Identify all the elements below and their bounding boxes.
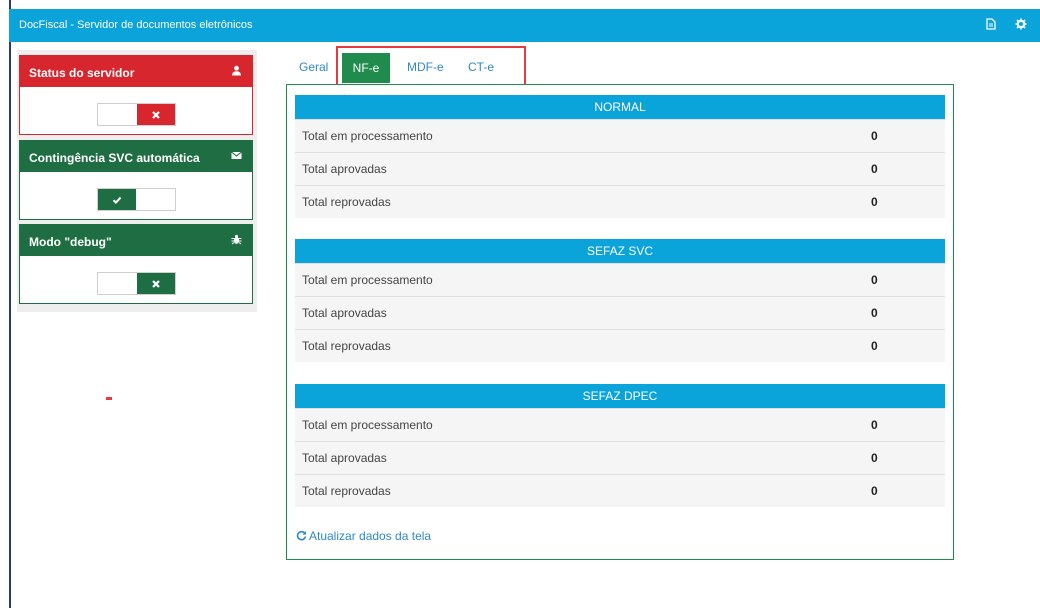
row-label: Total aprovadas [302,162,387,176]
table-row: Total em processamento 0 [295,408,945,441]
table-row: Total em processamento 0 [295,263,945,296]
row-label: Total aprovadas [302,306,387,320]
row-value: 0 [871,273,878,287]
row-value: 0 [871,484,878,498]
gear-icon[interactable] [1015,18,1027,30]
svc-contingency-header: Contingência SVC automática [20,141,252,172]
bug-icon [231,234,242,245]
row-value: 0 [871,418,878,432]
table-row: Total reprovadas 0 [295,329,945,362]
table-row: Total em processamento 0 [295,119,945,152]
tab-highlight-box [336,46,526,86]
row-label: Total em processamento [302,418,433,432]
check-icon [98,189,136,210]
tab-geral[interactable]: Geral [299,60,328,74]
svc-contingency-title: Contingência SVC automática [29,151,200,165]
section-title: SEFAZ SVC [295,239,945,263]
server-status-header: Status do servidor [20,56,252,87]
debug-mode-title: Modo "debug" [29,235,112,249]
svc-contingency-toggle[interactable] [97,188,176,211]
top-bar: DocFiscal - Servidor de documentos eletr… [9,9,1040,42]
section-normal: NORMAL Total em processamento 0 Total ap… [295,95,945,218]
row-label: Total em processamento [302,273,433,287]
row-label: Total reprovadas [302,195,391,209]
row-value: 0 [871,195,878,209]
table-row: Total reprovadas 0 [295,474,945,507]
row-label: Total reprovadas [302,484,391,498]
row-label: Total em processamento [302,129,433,143]
debug-mode-card: Modo "debug" [19,224,253,304]
svc-contingency-card: Contingência SVC automática [19,140,253,220]
section-sefaz-dpec: SEFAZ DPEC Total em processamento 0 Tota… [295,384,945,507]
row-label: Total reprovadas [302,339,391,353]
sidebar: Status do servidor Contingência SVC auto… [17,50,257,312]
row-label: Total aprovadas [302,451,387,465]
row-value: 0 [871,451,878,465]
section-title: SEFAZ DPEC [295,384,945,408]
server-status-card: Status do servidor [19,55,253,135]
section-sefaz-svc: SEFAZ SVC Total em processamento 0 Total… [295,239,945,362]
section-title: NORMAL [295,95,945,119]
x-icon [137,273,175,294]
server-status-toggle[interactable] [97,103,176,126]
server-status-title: Status do servidor [29,66,135,80]
refresh-icon [296,530,307,541]
document-icon[interactable] [985,18,997,30]
row-value: 0 [871,339,878,353]
x-icon [137,104,175,125]
table-row: Total aprovadas 0 [295,152,945,185]
app-title: DocFiscal - Servidor de documentos eletr… [19,19,253,31]
debug-mode-header: Modo "debug" [20,225,252,256]
row-value: 0 [871,162,878,176]
refresh-label: Atualizar dados da tela [309,529,432,543]
refresh-link[interactable]: Atualizar dados da tela [296,529,431,543]
table-row: Total reprovadas 0 [295,185,945,218]
user-icon [231,65,242,76]
red-marker [106,397,112,400]
row-value: 0 [871,129,878,143]
table-row: Total aprovadas 0 [295,296,945,329]
debug-mode-toggle[interactable] [97,272,176,295]
table-row: Total aprovadas 0 [295,441,945,474]
envelope-icon [231,150,242,161]
row-value: 0 [871,306,878,320]
